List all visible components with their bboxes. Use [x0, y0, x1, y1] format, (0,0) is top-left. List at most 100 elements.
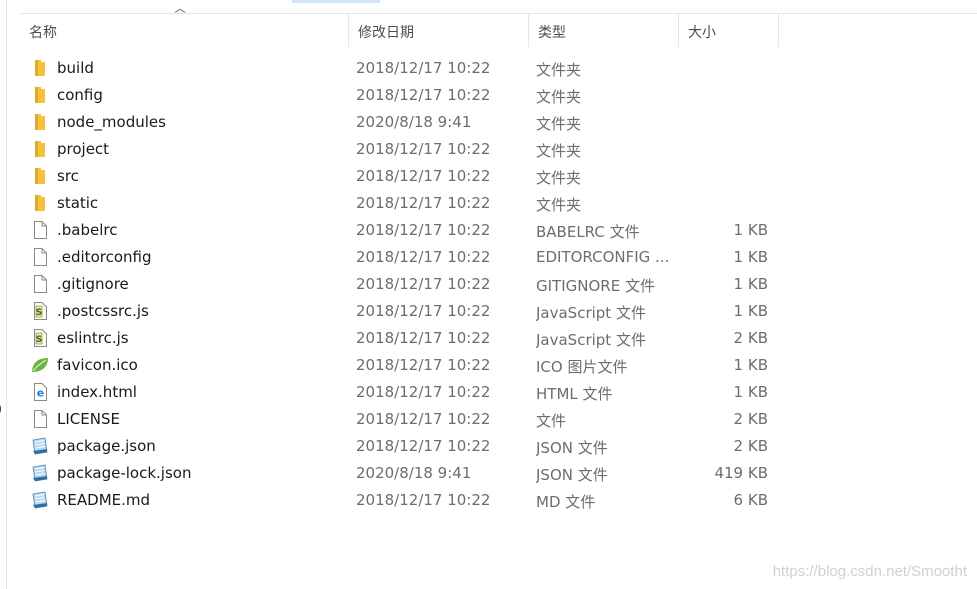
- blank-file-icon: [31, 248, 49, 266]
- file-type: 文件夹: [536, 61, 582, 79]
- file-name: index.html: [57, 383, 137, 401]
- file-row[interactable]: favicon.ico 2018/12/17 10:22 ICO 图片文件 1 …: [0, 352, 977, 379]
- file-date: 2018/12/17 10:22: [356, 194, 491, 212]
- file-row[interactable]: static 2018/12/17 10:22 文件夹: [0, 190, 977, 217]
- file-type: 文件夹: [536, 142, 582, 160]
- file-row[interactable]: .babelrc 2018/12/17 10:22 BABELRC 文件 1 K…: [0, 217, 977, 244]
- file-date: 2020/8/18 9:41: [356, 464, 472, 482]
- file-date: 2020/8/18 9:41: [356, 113, 472, 131]
- script-file-icon: S: [31, 329, 49, 347]
- column-header-size-label: 大小: [688, 25, 716, 41]
- folder-icon: [31, 59, 49, 77]
- file-size: 1 KB: [733, 221, 768, 239]
- blank-file-icon: [31, 410, 49, 428]
- file-type: JavaScript 文件: [536, 304, 646, 322]
- file-name: eslintrc.js: [57, 329, 129, 347]
- script-file-icon: S: [31, 302, 49, 320]
- file-row[interactable]: build 2018/12/17 10:22 文件夹: [0, 55, 977, 82]
- file-name: static: [57, 194, 99, 212]
- file-name: build: [57, 59, 94, 77]
- blank-file-icon: [31, 275, 49, 293]
- file-date: 2018/12/17 10:22: [356, 329, 491, 347]
- file-row[interactable]: e index.html 2018/12/17 10:22 HTML 文件 1 …: [0, 379, 977, 406]
- file-size: 1 KB: [733, 383, 768, 401]
- file-row[interactable]: LICENSE 2018/12/17 10:22 文件 2 KB: [0, 406, 977, 433]
- file-size: 6 KB: [733, 491, 768, 509]
- file-date: 2018/12/17 10:22: [356, 437, 491, 455]
- watermark: https://blog.csdn.net/Smootht: [772, 563, 967, 580]
- json-file-icon: [31, 464, 49, 482]
- column-header-name-label: 名称: [29, 25, 57, 41]
- file-row[interactable]: S eslintrc.js 2018/12/17 10:22 JavaScrip…: [0, 325, 977, 352]
- file-type: MD 文件: [536, 493, 596, 511]
- file-name: .gitignore: [57, 275, 129, 293]
- file-row[interactable]: package-lock.json 2020/8/18 9:41 JSON 文件…: [0, 460, 977, 487]
- file-date: 2018/12/17 10:22: [356, 383, 491, 401]
- file-date: 2018/12/17 10:22: [356, 275, 491, 293]
- file-row[interactable]: project 2018/12/17 10:22 文件夹: [0, 136, 977, 163]
- folder-icon: [31, 167, 49, 185]
- file-date: 2018/12/17 10:22: [356, 86, 491, 104]
- column-header-name[interactable]: 名称 ^: [20, 7, 349, 47]
- column-header-type[interactable]: 类型: [529, 14, 679, 47]
- folder-icon: [31, 113, 49, 131]
- folder-icon: [31, 194, 49, 212]
- html-file-icon: e: [31, 383, 49, 401]
- file-name: favicon.ico: [57, 356, 138, 374]
- file-date: 2018/12/17 10:22: [356, 248, 491, 266]
- file-name: .editorconfig: [57, 248, 152, 266]
- file-type: JSON 文件: [536, 466, 608, 484]
- file-type: 文件夹: [536, 88, 582, 106]
- file-name: .babelrc: [57, 221, 118, 239]
- file-date: 2018/12/17 10:22: [356, 302, 491, 320]
- sort-ascending-icon: ^: [171, 7, 189, 21]
- file-name: src: [57, 167, 79, 185]
- file-size: 1 KB: [733, 275, 768, 293]
- file-name: config: [57, 86, 103, 104]
- file-date: 2018/12/17 10:22: [356, 410, 491, 428]
- file-row[interactable]: .gitignore 2018/12/17 10:22 GITIGNORE 文件…: [0, 271, 977, 298]
- file-size: 419 KB: [714, 464, 768, 482]
- folder-icon: [31, 86, 49, 104]
- svg-text:S: S: [36, 335, 42, 345]
- file-type: 文件夹: [536, 169, 582, 187]
- file-size: 1 KB: [733, 302, 768, 320]
- file-size: 2 KB: [733, 437, 768, 455]
- file-row[interactable]: config 2018/12/17 10:22 文件夹: [0, 82, 977, 109]
- file-type: JSON 文件: [536, 439, 608, 457]
- file-name: LICENSE: [57, 410, 120, 428]
- file-type: EDITORCONFIG ...: [536, 248, 668, 266]
- file-name: project: [57, 140, 110, 158]
- file-size: 1 KB: [733, 248, 768, 266]
- file-date: 2018/12/17 10:22: [356, 221, 491, 239]
- file-size: 1 KB: [733, 356, 768, 374]
- file-name: README.md: [57, 491, 151, 509]
- file-date: 2018/12/17 10:22: [356, 167, 491, 185]
- file-name: .postcssrc.js: [57, 302, 149, 320]
- file-row[interactable]: node_modules 2020/8/18 9:41 文件夹: [0, 109, 977, 136]
- file-name: node_modules: [57, 113, 166, 131]
- file-type: HTML 文件: [536, 385, 613, 403]
- file-date: 2018/12/17 10:22: [356, 356, 491, 374]
- file-type: GITIGNORE 文件: [536, 277, 655, 295]
- file-row[interactable]: package.json 2018/12/17 10:22 JSON 文件 2 …: [0, 433, 977, 460]
- file-row[interactable]: src 2018/12/17 10:22 文件夹: [0, 163, 977, 190]
- file-type: ICO 图片文件: [536, 358, 628, 376]
- file-type: 文件夹: [536, 196, 582, 214]
- column-header-size[interactable]: 大小: [679, 14, 779, 47]
- file-type: JavaScript 文件: [536, 331, 646, 349]
- file-row[interactable]: S .postcssrc.js 2018/12/17 10:22 JavaScr…: [0, 298, 977, 325]
- file-row[interactable]: README.md 2018/12/17 10:22 MD 文件 6 KB: [0, 487, 977, 514]
- column-header-date-label: 修改日期: [358, 25, 414, 41]
- file-size: 2 KB: [733, 410, 768, 428]
- file-date: 2018/12/17 10:22: [356, 491, 491, 509]
- blank-file-icon: [31, 221, 49, 239]
- file-size: 2 KB: [733, 329, 768, 347]
- json-file-icon: [31, 491, 49, 509]
- column-header-bar: 名称 ^ 修改日期 类型 大小: [20, 7, 977, 47]
- file-type: 文件: [536, 412, 567, 430]
- leaf-icon: [31, 356, 49, 374]
- column-header-date[interactable]: 修改日期: [349, 14, 529, 47]
- selected-tab-strip: [292, 0, 380, 3]
- file-row[interactable]: .editorconfig 2018/12/17 10:22 EDITORCON…: [0, 244, 977, 271]
